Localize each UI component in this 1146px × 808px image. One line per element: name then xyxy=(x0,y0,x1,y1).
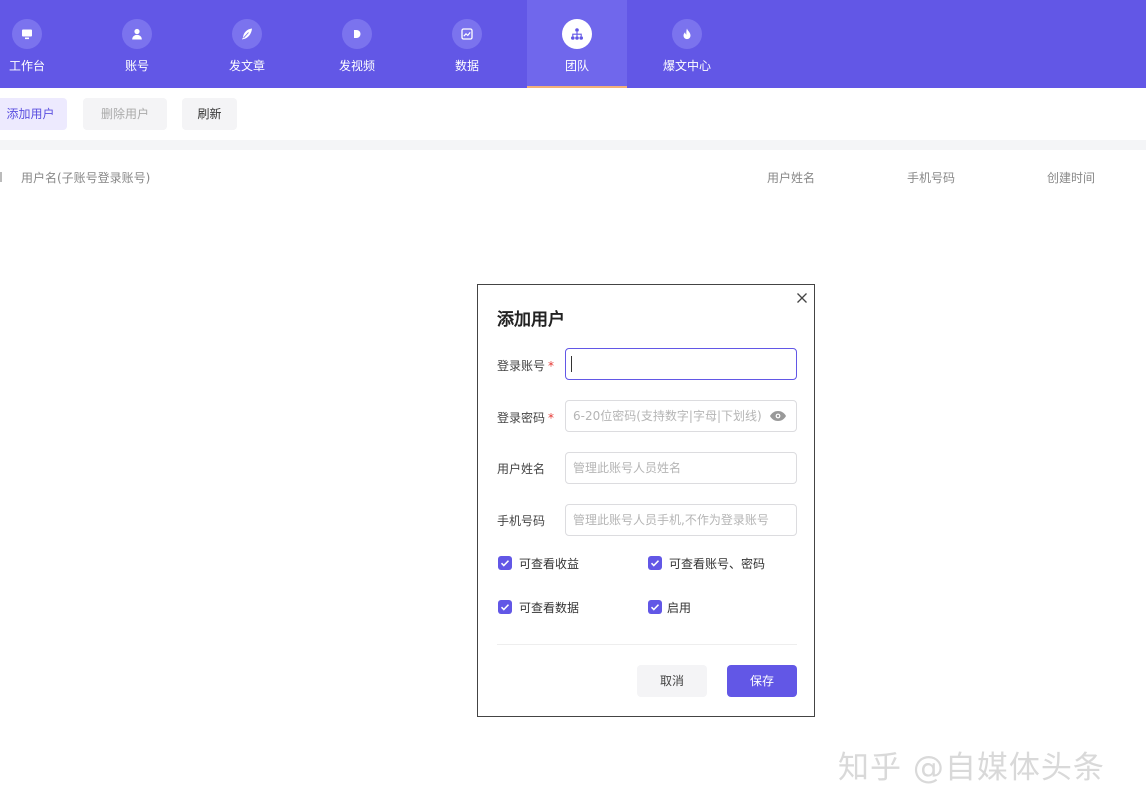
dialog-title: 添加用户 xyxy=(497,310,565,330)
nav-item-post-video[interactable]: 发视频 xyxy=(307,0,407,88)
required-mark: * xyxy=(548,359,555,373)
play-icon xyxy=(342,19,372,49)
user-icon xyxy=(122,19,152,49)
nav-label: 账号 xyxy=(124,59,149,73)
nav-label: 发文章 xyxy=(228,59,265,73)
column-header-username: 用户名(子账号登录账号) xyxy=(21,171,151,185)
login-password-label: 登录密码 * xyxy=(497,411,555,425)
close-icon[interactable] xyxy=(795,291,809,305)
team-icon xyxy=(562,19,592,49)
checkbox-view-earnings[interactable] xyxy=(498,556,512,570)
login-account-label: 登录账号 * xyxy=(497,359,555,373)
chart-icon xyxy=(452,19,482,49)
login-password-input[interactable] xyxy=(565,400,797,432)
nav-label: 工作台 xyxy=(8,59,45,73)
login-account-input[interactable] xyxy=(565,348,797,380)
user-name-label: 用户姓名 xyxy=(497,462,546,476)
nav-label: 爆文中心 xyxy=(662,59,711,73)
column-header-created-time: 创建时间 xyxy=(1047,171,1096,185)
checkbox-label: 可查看收益 xyxy=(519,557,580,571)
nav-label: 数据 xyxy=(454,59,479,73)
nav-item-post-article[interactable]: 发文章 xyxy=(197,0,297,88)
text-cursor xyxy=(571,356,572,372)
watermark: 知乎 @自媒体头条 xyxy=(838,750,1105,786)
nav-label: 团队 xyxy=(564,59,589,73)
nav-item-workbench[interactable]: 工作台 xyxy=(0,0,77,88)
nav-item-account[interactable]: 账号 xyxy=(87,0,187,88)
eye-icon[interactable] xyxy=(769,409,787,423)
required-mark: * xyxy=(548,411,555,425)
user-name-input[interactable] xyxy=(565,452,797,484)
nav-label: 发视频 xyxy=(338,59,375,73)
cancel-button[interactable]: 取消 xyxy=(637,665,707,697)
save-button[interactable]: 保存 xyxy=(727,665,797,697)
fire-icon xyxy=(672,19,702,49)
refresh-button[interactable]: 刷新 xyxy=(182,98,237,130)
feather-icon xyxy=(232,19,262,49)
nav-item-data[interactable]: 数据 xyxy=(417,0,517,88)
delete-user-button[interactable]: 删除用户 xyxy=(83,98,167,130)
add-user-dialog: 添加用户 登录账号* 登录密码* 用户姓名 手机号码 可查看收益 可查看账号、密… xyxy=(477,284,815,717)
checkbox-view-data[interactable] xyxy=(498,600,512,614)
checkbox-enable[interactable] xyxy=(648,600,662,614)
checkbox-label: 可查看账号、密码 xyxy=(669,557,766,571)
column-header-phone: 手机号码 xyxy=(907,171,956,185)
phone-label: 手机号码 xyxy=(497,514,546,528)
column-header-real-name: 用户姓名 xyxy=(767,171,816,185)
nav-item-team[interactable]: 团队 xyxy=(527,0,627,88)
checkbox-view-account-password[interactable] xyxy=(648,556,662,570)
add-user-button[interactable]: 添加用户 xyxy=(0,98,67,130)
checkbox-label: 可查看数据 xyxy=(519,601,580,615)
checkbox-label: 启用 xyxy=(667,601,692,615)
nav-item-hot-articles[interactable]: 爆文中心 xyxy=(637,0,737,88)
top-nav: 工作台 账号 发文章 发视频 数据 团队 爆文中心 xyxy=(0,0,1146,88)
phone-input[interactable] xyxy=(565,504,797,536)
dialog-divider xyxy=(497,644,797,645)
select-all-checkbox[interactable] xyxy=(0,172,2,182)
monitor-icon xyxy=(12,19,42,49)
section-divider xyxy=(0,140,1146,150)
